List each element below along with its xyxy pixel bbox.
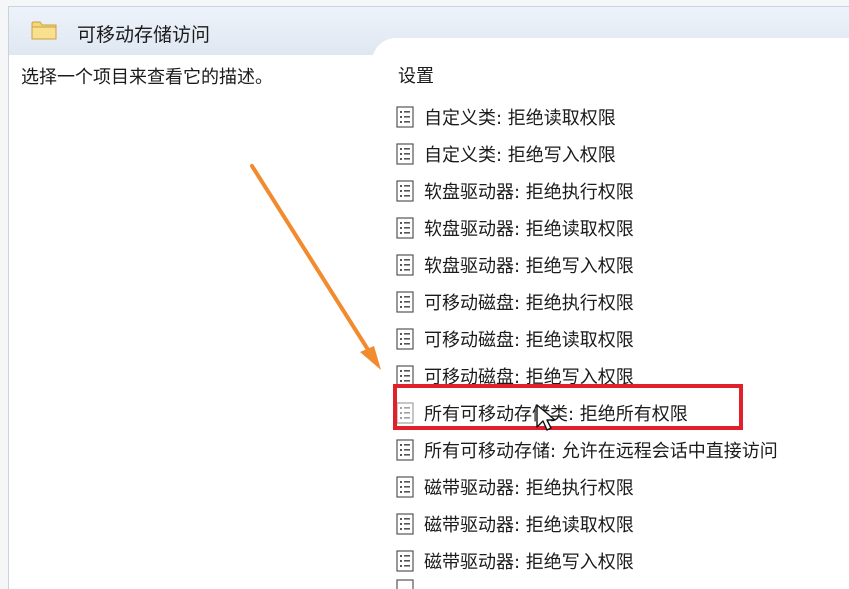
policy-setting-label: 可移动磁盘: 拒绝写入权限 — [424, 366, 634, 388]
policy-setting-label: 磁带驱动器: 拒绝读取权限 — [424, 514, 634, 536]
policy-setting-item[interactable]: 所有可移动存储: 允许在远程会话中直接访问 — [394, 431, 849, 468]
policy-setting-label: 软盘驱动器: 拒绝执行权限 — [424, 181, 634, 203]
policy-setting-icon — [396, 401, 414, 424]
policy-setting-item[interactable]: 软盘驱动器: 拒绝执行权限 — [394, 172, 849, 209]
policy-setting-icon — [396, 290, 414, 313]
settings-column-header[interactable]: 设置 — [398, 62, 434, 88]
policy-setting-label: 磁带驱动器: 拒绝执行权限 — [424, 477, 634, 499]
folder-icon — [31, 21, 57, 40]
policy-setting-icon — [396, 475, 414, 498]
settings-pane: 设置 自定义类: 拒绝读取权限 自定义类: 拒绝写入权限 软盘驱动器: 拒绝执行… — [372, 38, 849, 589]
policy-setting-icon — [396, 142, 414, 165]
policy-setting-label: 所有可移动存储: 允许在远程会话中直接访问 — [424, 440, 778, 462]
policy-setting-icon — [396, 179, 414, 202]
policy-setting-icon — [396, 105, 414, 128]
policy-setting-label: 软盘驱动器: 拒绝读取权限 — [424, 218, 634, 240]
policy-setting-icon — [396, 549, 414, 572]
policy-setting-item[interactable]: 自定义类: 拒绝读取权限 — [394, 98, 849, 135]
settings-list: 自定义类: 拒绝读取权限 自定义类: 拒绝写入权限 软盘驱动器: 拒绝执行权限 — [394, 98, 849, 579]
policy-setting-item[interactable]: 可移动磁盘: 拒绝读取权限 — [394, 320, 849, 357]
policy-setting-item[interactable]: 可移动磁盘: 拒绝写入权限 — [394, 357, 849, 394]
policy-setting-icon — [396, 253, 414, 276]
policy-setting-label: 所有可移动存储类: 拒绝所有权限 — [424, 403, 688, 425]
policy-editor-window: 可移动存储访问 选择一个项目来查看它的描述。 设置 自定义类: 拒绝读取权限 自… — [0, 0, 849, 589]
policy-setting-item[interactable]: 磁带驱动器: 拒绝读取权限 — [394, 505, 849, 542]
policy-setting-label: 自定义类: 拒绝读取权限 — [424, 107, 616, 129]
policy-setting-item[interactable]: 可移动磁盘: 拒绝执行权限 — [394, 283, 849, 320]
policy-setting-item[interactable]: 磁带驱动器: 拒绝执行权限 — [394, 468, 849, 505]
policy-setting-label: 自定义类: 拒绝写入权限 — [424, 144, 616, 166]
policy-setting-icon — [396, 327, 414, 350]
policy-setting-icon — [396, 438, 414, 461]
policy-setting-label: 磁带驱动器: 拒绝写入权限 — [424, 551, 634, 573]
policy-setting-label: 软盘驱动器: 拒绝写入权限 — [424, 255, 634, 277]
policy-setting-label: 可移动磁盘: 拒绝读取权限 — [424, 329, 634, 351]
description-text: 选择一个项目来查看它的描述。 — [21, 67, 273, 88]
policy-setting-icon — [396, 216, 414, 239]
policy-setting-item[interactable]: 所有可移动存储类: 拒绝所有权限 — [394, 394, 849, 431]
policy-setting-item[interactable]: 自定义类: 拒绝写入权限 — [394, 135, 849, 172]
folder-title: 可移动存储访问 — [77, 24, 211, 46]
policy-setting-item[interactable]: 磁带驱动器: 拒绝写入权限 — [394, 542, 849, 579]
policy-setting-icon — [396, 364, 414, 387]
policy-setting-label: 可移动磁盘: 拒绝执行权限 — [424, 292, 634, 314]
description-pane: 选择一个项目来查看它的描述。 — [8, 55, 379, 589]
policy-setting-item[interactable]: 软盘驱动器: 拒绝读取权限 — [394, 209, 849, 246]
policy-setting-icon — [396, 512, 414, 535]
list-overflow-row — [394, 579, 694, 589]
policy-setting-icon — [396, 579, 414, 589]
policy-setting-item[interactable]: 软盘驱动器: 拒绝写入权限 — [394, 246, 849, 283]
